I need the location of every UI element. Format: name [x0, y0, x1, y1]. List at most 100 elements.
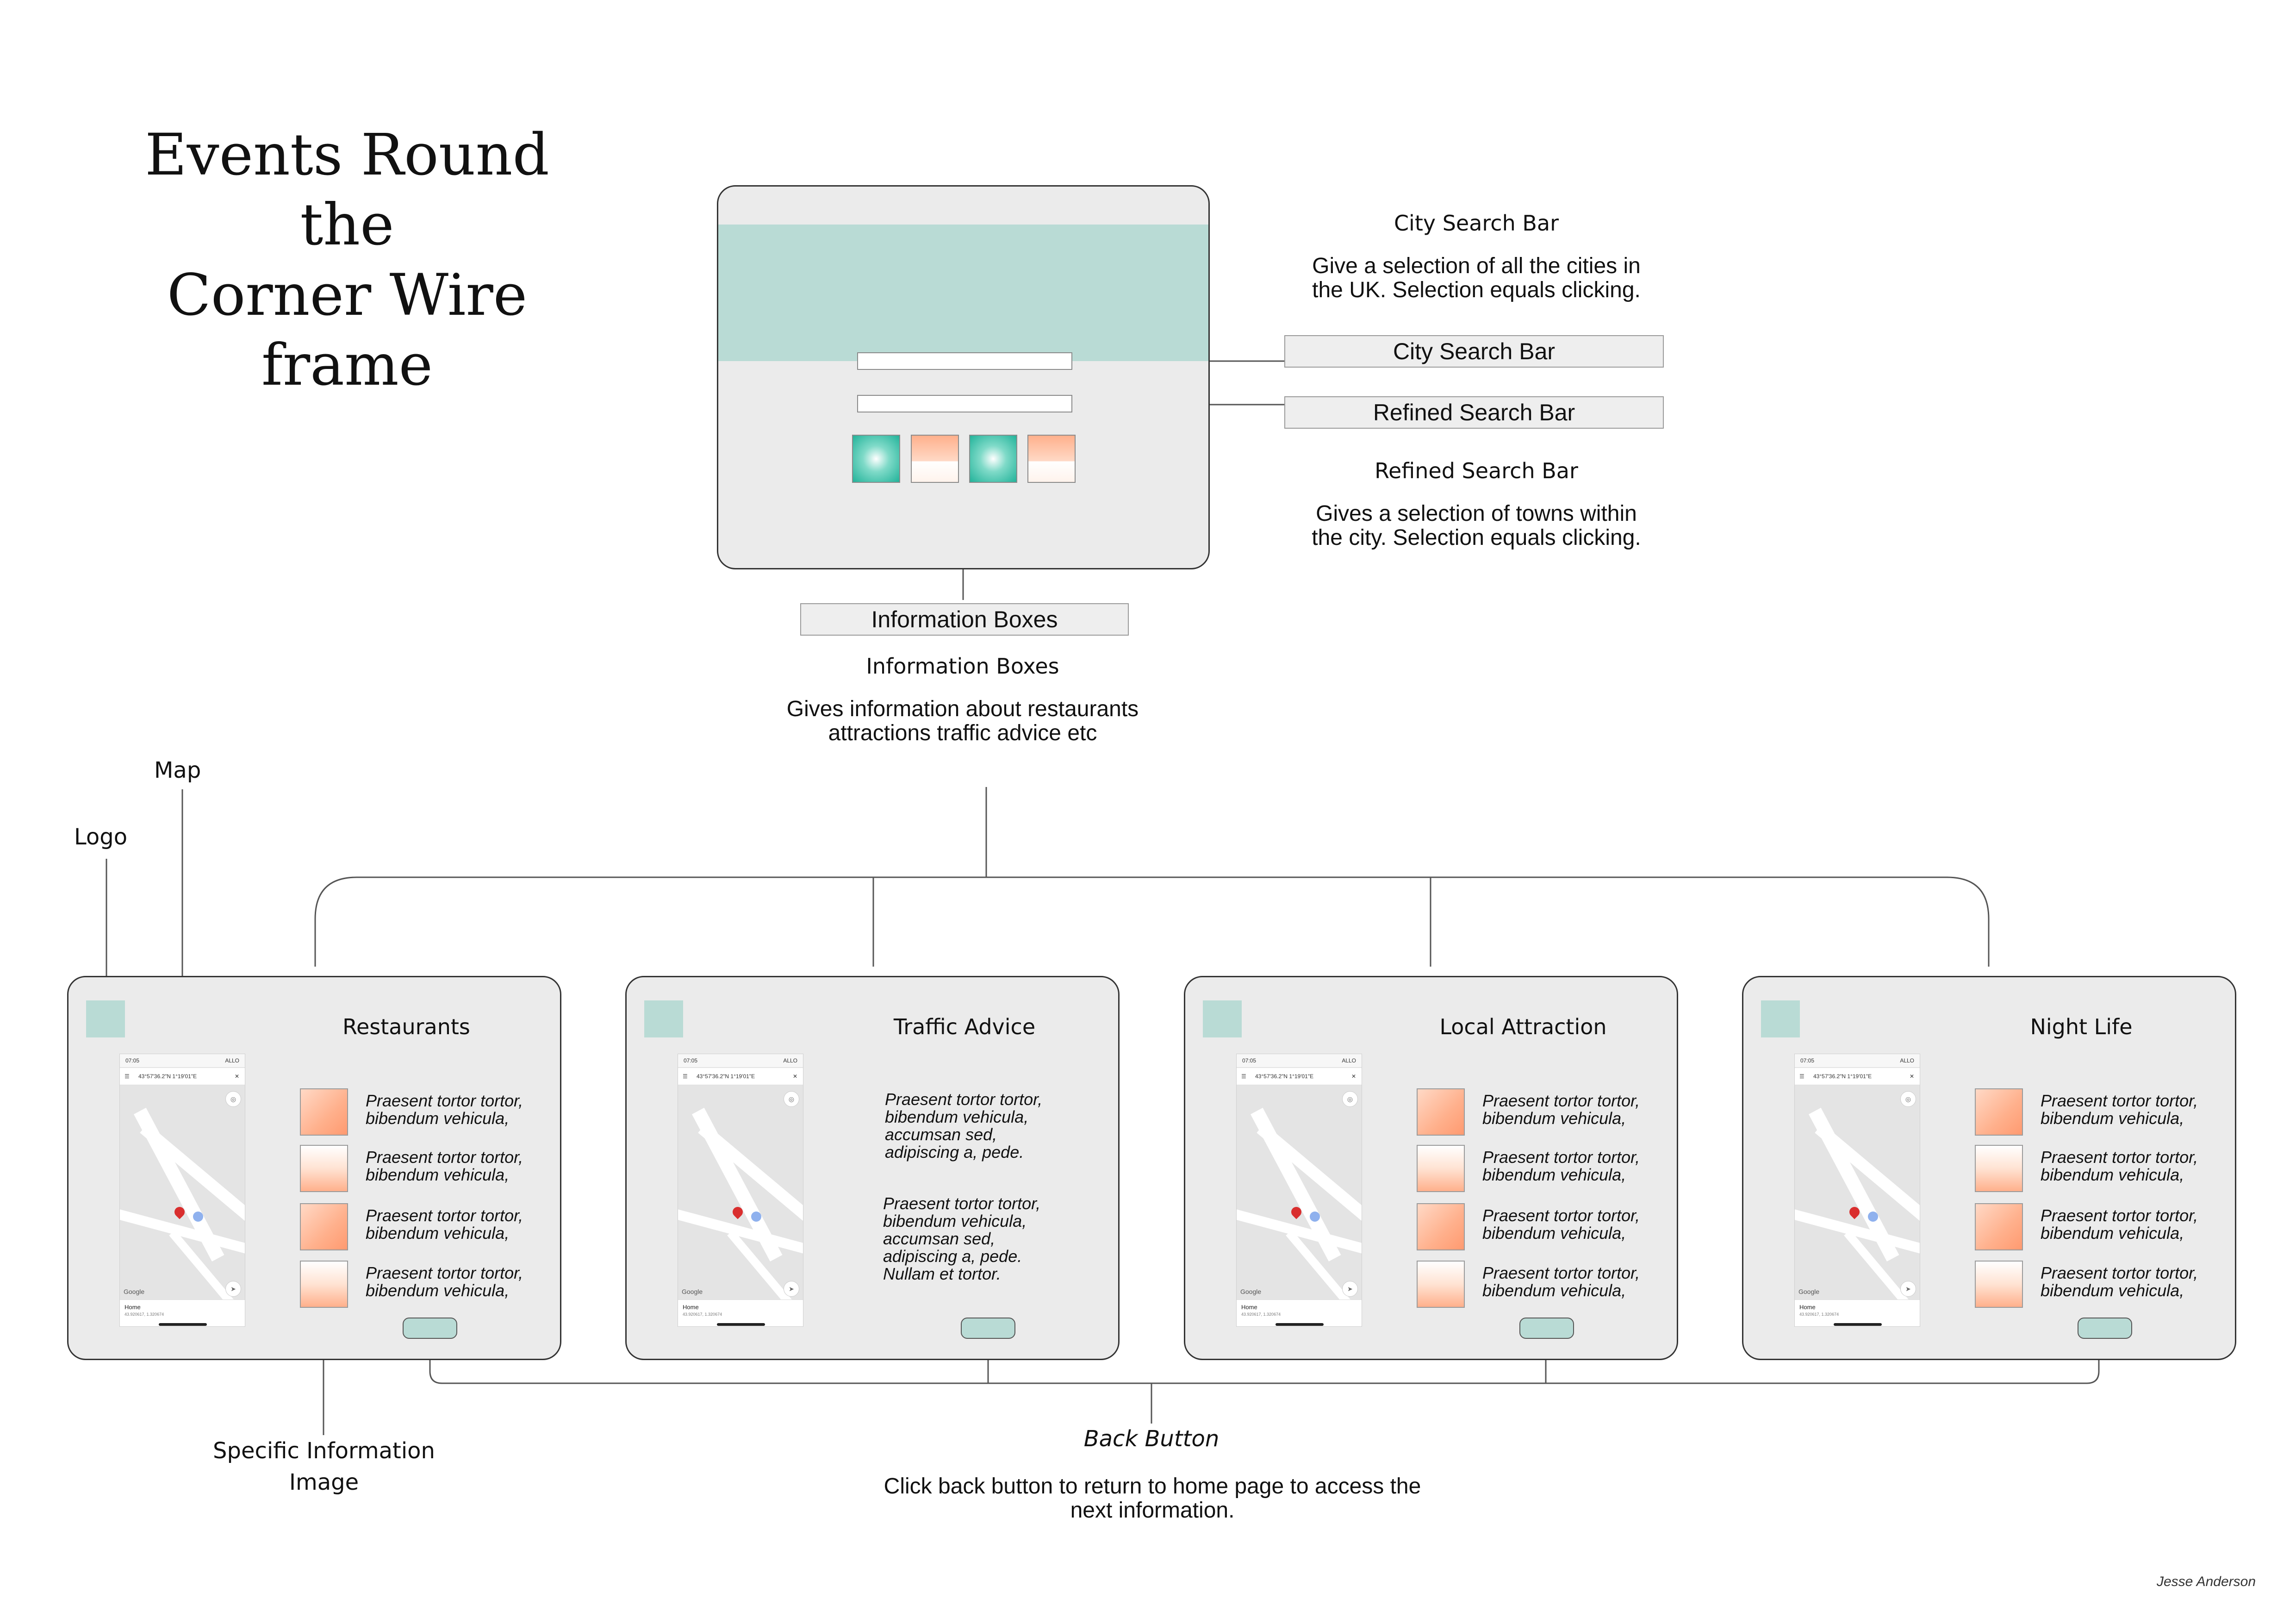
- subpage-content: Praesent tortor tortor, bibendum vehicula…: [68, 977, 560, 1359]
- subpage-frame-1: Restaurants 07:05 ALLO ☰ 43°57'36.2"N 1°…: [67, 976, 561, 1360]
- city-note-title: City Search Bar: [1394, 211, 1559, 236]
- city-search-label-box: City Search Bar: [1284, 335, 1664, 368]
- info-paragraph-line: adipiscing a, pede.: [883, 1247, 1022, 1266]
- info-item-line: bibendum vehicula,: [366, 1281, 510, 1300]
- specific-info-image[interactable]: [1975, 1261, 2023, 1308]
- specific-info-image[interactable]: [1417, 1145, 1465, 1192]
- info-item-text: Praesent tortor tortor, bibendum vehicula…: [2041, 1092, 2226, 1127]
- back-button[interactable]: [961, 1318, 1015, 1339]
- info-item-line: bibendum vehicula,: [1482, 1165, 1626, 1184]
- info-item-line: Praesent tortor tortor,: [1482, 1148, 1640, 1167]
- info-paragraph-line: bibendum vehicula,: [885, 1107, 1029, 1126]
- info-item-text: Praesent tortor tortor, bibendum vehicula…: [366, 1207, 551, 1242]
- info-item-text: Praesent tortor tortor, bibendum vehicula…: [2041, 1264, 2226, 1299]
- info-item-line: Praesent tortor tortor,: [2041, 1091, 2198, 1110]
- info-item-line: Praesent tortor tortor,: [2041, 1263, 2198, 1282]
- subpage-content: Praesent tortor tortor, bibendum vehicula…: [1743, 977, 2235, 1359]
- info-item-text: Praesent tortor tortor, bibendum vehicula…: [1482, 1264, 1668, 1299]
- specific-info-image[interactable]: [1417, 1088, 1465, 1136]
- back-button-note: Click back button to return to home page…: [828, 1474, 1476, 1523]
- logo-annotation: Logo: [74, 824, 128, 850]
- specific-info-image[interactable]: [300, 1088, 348, 1136]
- info-item-line: bibendum vehicula,: [1482, 1109, 1626, 1128]
- specific-info-image[interactable]: [1975, 1088, 2023, 1136]
- info-paragraph-line: Nullam et tortor.: [883, 1264, 1001, 1283]
- info-item-text: Praesent tortor tortor, bibendum vehicula…: [366, 1264, 551, 1299]
- info-tile-3[interactable]: [969, 435, 1017, 483]
- home-screen-frame: [717, 185, 1210, 569]
- city-search-input[interactable]: [857, 352, 1072, 370]
- info-paragraph-2: Praesent tortor tortor, bibendum vehicula…: [883, 1195, 1077, 1283]
- info-item-line: bibendum vehicula,: [2041, 1165, 2184, 1184]
- back-button[interactable]: [2078, 1318, 2132, 1339]
- info-item-line: bibendum vehicula,: [366, 1224, 510, 1243]
- specific-info-image[interactable]: [1417, 1203, 1465, 1250]
- info-item-line: bibendum vehicula,: [366, 1165, 510, 1184]
- home-banner: [718, 225, 1208, 361]
- specific-info-image[interactable]: [1975, 1145, 2023, 1192]
- specific-info-image[interactable]: [1975, 1203, 2023, 1250]
- back-button-annotation: Back Button: [1083, 1426, 1220, 1452]
- specific-info-image[interactable]: [300, 1145, 348, 1192]
- info-item-line: Praesent tortor tortor,: [1482, 1263, 1640, 1282]
- info-paragraph-line: accumsan sed,: [883, 1229, 996, 1248]
- information-boxes-note: Information Boxes Gives information abou…: [731, 654, 1194, 745]
- refined-search-label-box: Refined Search Bar: [1284, 396, 1664, 429]
- info-item-line: Praesent tortor tortor,: [366, 1206, 523, 1225]
- info-item-text: Praesent tortor tortor, bibendum vehicula…: [1482, 1149, 1668, 1184]
- info-paragraph-line: accumsan sed,: [885, 1125, 997, 1144]
- info-item-text: Praesent tortor tortor, bibendum vehicula…: [1482, 1092, 1668, 1127]
- city-note-line-2: the UK. Selection equals clicking.: [1312, 278, 1641, 302]
- info-item-text: Praesent tortor tortor, bibendum vehicula…: [2041, 1207, 2226, 1242]
- info-item-line: Praesent tortor tortor,: [2041, 1148, 2198, 1167]
- specific-info-image[interactable]: [300, 1261, 348, 1308]
- back-note-line-2: next information.: [1070, 1498, 1235, 1523]
- information-boxes-label-box: Information Boxes: [800, 603, 1129, 636]
- subpage-frame-4: Night Life 07:05 ALLO ☰ 43°57'36.2"N 1°1…: [1742, 976, 2236, 1360]
- back-note-line-1: Click back button to return to home page…: [884, 1474, 1421, 1499]
- author-signature: Jesse Anderson: [2157, 1574, 2256, 1589]
- info-item-text: Praesent tortor tortor, bibendum vehicula…: [366, 1149, 551, 1184]
- refined-note-title: Refined Search Bar: [1375, 458, 1578, 483]
- info-item-line: Praesent tortor tortor,: [366, 1263, 523, 1282]
- info-item-line: Praesent tortor tortor,: [1482, 1206, 1640, 1225]
- info-item-line: bibendum vehicula,: [366, 1109, 510, 1128]
- info-item-text: Praesent tortor tortor, bibendum vehicula…: [2041, 1149, 2226, 1184]
- pages-bracket: [314, 876, 1990, 967]
- info-item-line: bibendum vehicula,: [2041, 1281, 2184, 1300]
- info-tile-1[interactable]: [852, 435, 900, 483]
- info-tile-4[interactable]: [1027, 435, 1076, 483]
- back-button[interactable]: [1519, 1318, 1574, 1339]
- info-item-line: bibendum vehicula,: [1482, 1224, 1626, 1243]
- subpage-content: Praesent tortor tortor, bibendum vehicula…: [1185, 977, 1677, 1359]
- info-paragraph-line: Praesent tortor tortor,: [885, 1090, 1043, 1109]
- refined-search-input[interactable]: [857, 395, 1072, 412]
- info-paragraph-1: Praesent tortor tortor, bibendum vehicula…: [885, 1091, 1079, 1161]
- page-title: Events Round the Corner Wire frame: [93, 120, 602, 400]
- info-paragraph-line: bibendum vehicula,: [883, 1212, 1027, 1230]
- info-tile-2[interactable]: [911, 435, 959, 483]
- refined-search-note: Refined Search Bar Gives a selection of …: [1268, 458, 1685, 550]
- info-item-line: bibendum vehicula,: [2041, 1224, 2184, 1243]
- back-button[interactable]: [403, 1318, 457, 1339]
- specific-info-annotation: Specific Information Image: [185, 1435, 463, 1498]
- refined-note-line-2: the city. Selection equals clicking.: [1312, 525, 1641, 550]
- specific-info-image[interactable]: [300, 1203, 348, 1250]
- info-item-line: Praesent tortor tortor,: [366, 1091, 523, 1110]
- city-search-note: City Search Bar Give a selection of all …: [1268, 211, 1685, 302]
- info-item-line: Praesent tortor tortor,: [1482, 1091, 1640, 1110]
- info-item-line: Praesent tortor tortor,: [2041, 1206, 2198, 1225]
- specific-info-image[interactable]: [1417, 1261, 1465, 1308]
- info-item-line: Praesent tortor tortor,: [366, 1148, 523, 1167]
- info-paragraph-line: Praesent tortor tortor,: [883, 1194, 1041, 1213]
- subpage-content: Praesent tortor tortor, bibendum vehicula…: [627, 977, 1118, 1359]
- info-note-line-2: attractions traffic advice etc: [828, 721, 1097, 745]
- specific-info-line-2: Image: [289, 1469, 359, 1495]
- city-note-line-1: Give a selection of all the cities in: [1312, 254, 1641, 278]
- info-note-line-1: Gives information about restaurants: [786, 697, 1139, 721]
- refined-note-line-1: Gives a selection of towns within: [1316, 501, 1637, 526]
- info-item-text: Praesent tortor tortor, bibendum vehicula…: [1482, 1207, 1668, 1242]
- info-note-title: Information Boxes: [866, 654, 1059, 679]
- map-annotation: Map: [154, 757, 201, 783]
- specific-info-line-1: Specific Information: [213, 1438, 435, 1464]
